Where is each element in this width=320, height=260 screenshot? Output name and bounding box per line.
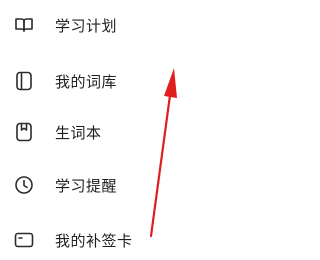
menu-item-my-word-bank[interactable]: 我的词库 bbox=[0, 61, 200, 101]
menu-item-vocabulary-notebook[interactable]: 生词本 bbox=[0, 112, 200, 152]
menu-item-label: 学习提醒 bbox=[55, 176, 118, 195]
menu-item-my-makeup-card[interactable]: 我的补签卡 bbox=[0, 220, 200, 260]
card-icon bbox=[13, 229, 35, 251]
book-icon bbox=[13, 70, 35, 92]
menu-item-study-reminder[interactable]: 学习提醒 bbox=[0, 165, 200, 205]
menu-item-study-plan[interactable]: 学习计划 bbox=[0, 5, 200, 45]
menu-item-label: 我的词库 bbox=[55, 72, 118, 91]
menu-item-label: 我的补签卡 bbox=[55, 231, 133, 250]
open-book-icon bbox=[13, 14, 35, 36]
side-menu: 学习计划 我的词库 生词本 学习提醒 我的补签卡 bbox=[0, 0, 261, 260]
menu-item-label: 生词本 bbox=[55, 123, 102, 142]
clock-icon bbox=[13, 174, 35, 196]
bookmark-notebook-icon bbox=[13, 121, 35, 143]
menu-item-label: 学习计划 bbox=[55, 16, 118, 35]
